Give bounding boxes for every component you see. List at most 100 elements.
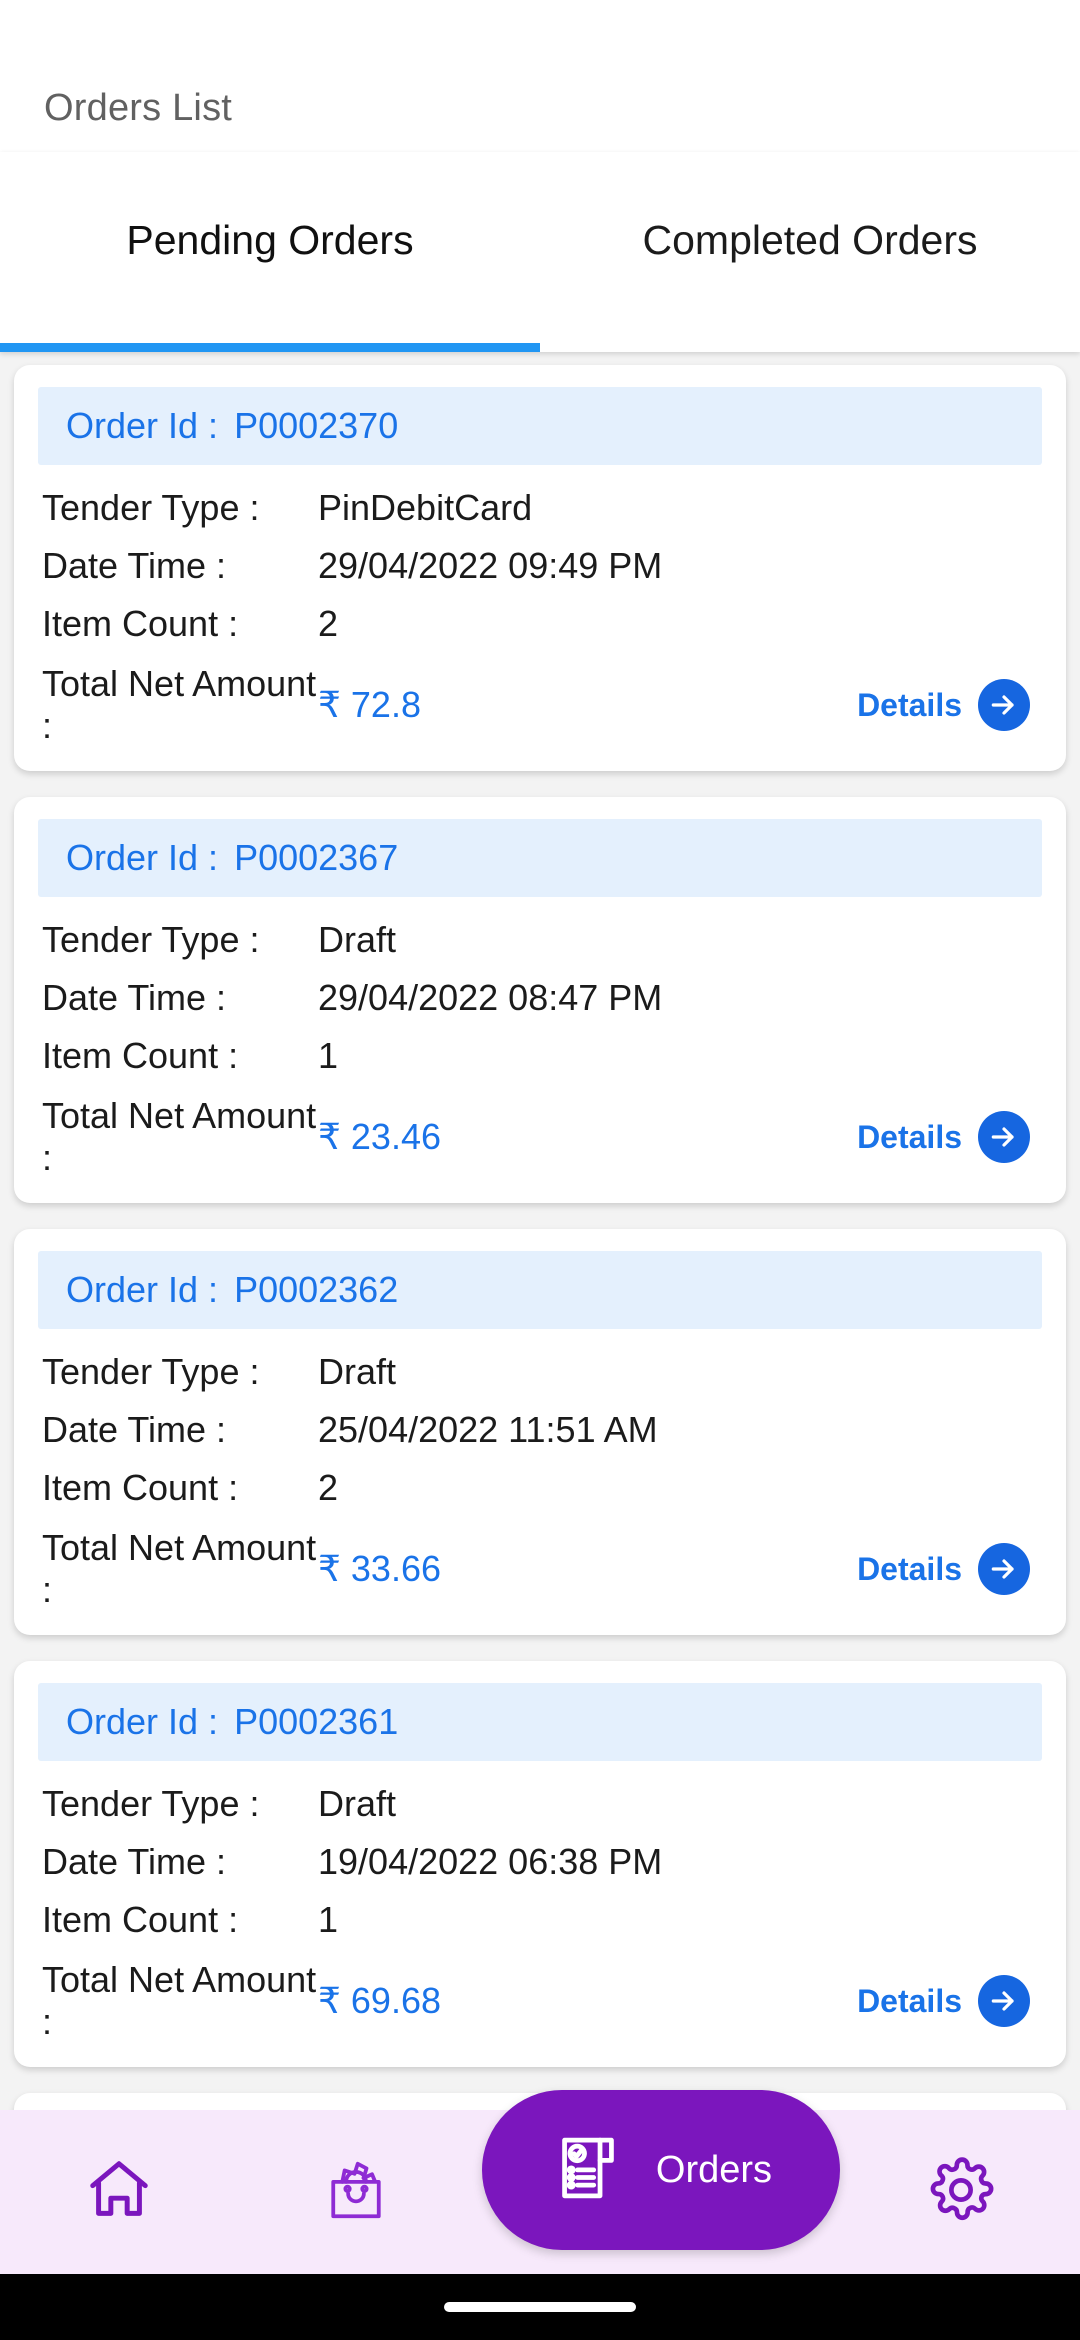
item-count-label: Item Count :	[42, 603, 239, 644]
orders-list[interactable]: Order Id : P0002370 Tender Type : PinDeb…	[0, 352, 1080, 2340]
order-id-label: Order Id :	[66, 837, 219, 878]
total-net-amount-label: Total Net Amount :	[42, 1095, 317, 1178]
shopping-bag-icon	[321, 2155, 391, 2230]
gear-icon	[926, 2155, 996, 2230]
order-card[interactable]: Order Id : P0002362 Tender Type : Draft …	[14, 1229, 1066, 1635]
item-count-label: Item Count :	[42, 1035, 239, 1076]
total-net-amount-value: ₹ 23.46	[318, 1116, 441, 1157]
order-id-value: P0002362	[234, 1269, 399, 1310]
item-count-label: Item Count :	[42, 1899, 239, 1940]
date-time-label: Date Time :	[42, 545, 227, 586]
tab-pending-orders[interactable]: Pending Orders	[0, 152, 540, 352]
date-time-label: Date Time :	[42, 977, 227, 1018]
tender-type-row: Tender Type : Draft	[42, 1775, 1038, 1833]
total-net-amount-row: Total Net Amount : ₹ 69.68 Details	[42, 1959, 1038, 2043]
date-time-row: Date Time : 29/04/2022 08:47 PM	[42, 969, 1038, 1027]
details-button[interactable]: Details	[857, 1111, 1038, 1163]
nav-item-orders[interactable]: Orders	[482, 2090, 840, 2250]
app-screen: Orders List Pending Orders Completed Ord…	[0, 0, 1080, 2340]
order-card-rows: Tender Type : Draft Date Time : 29/04/20…	[14, 897, 1066, 1179]
receipt-icon	[550, 2130, 626, 2211]
tender-type-label: Tender Type :	[42, 1351, 260, 1392]
date-time-value: 25/04/2022 11:51 AM	[318, 1409, 658, 1450]
order-id-label: Order Id :	[66, 1269, 219, 1310]
item-count-row: Item Count : 1	[42, 1027, 1038, 1085]
total-net-amount-row: Total Net Amount : ₹ 23.46 Details	[42, 1095, 1038, 1179]
details-button[interactable]: Details	[857, 1543, 1038, 1595]
page-title: Orders List	[44, 87, 233, 129]
total-net-amount-label: Total Net Amount :	[42, 1527, 317, 1610]
tender-type-value: Draft	[318, 919, 397, 960]
item-count-label: Item Count :	[42, 1467, 239, 1508]
order-card-rows: Tender Type : Draft Date Time : 25/04/20…	[14, 1329, 1066, 1611]
order-card[interactable]: Order Id : P0002370 Tender Type : PinDeb…	[14, 365, 1066, 771]
nav-item-home[interactable]	[0, 2110, 237, 2274]
nav-item-settings[interactable]	[843, 2110, 1080, 2274]
order-card-header: Order Id : P0002370	[38, 387, 1042, 465]
details-button[interactable]: Details	[857, 1975, 1038, 2027]
tender-type-row: Tender Type : PinDebitCard	[42, 479, 1038, 537]
home-icon	[84, 2155, 154, 2230]
order-id-value: P0002367	[234, 837, 399, 878]
item-count-row: Item Count : 2	[42, 1459, 1038, 1517]
date-time-value: 19/04/2022 06:38 PM	[318, 1841, 663, 1882]
item-count-row: Item Count : 1	[42, 1891, 1038, 1949]
tender-type-value: Draft	[318, 1351, 397, 1392]
details-button[interactable]: Details	[857, 679, 1038, 731]
tab-completed-orders-label: Completed Orders	[642, 216, 978, 263]
date-time-row: Date Time : 25/04/2022 11:51 AM	[42, 1401, 1038, 1459]
tender-type-label: Tender Type :	[42, 919, 260, 960]
order-card-rows: Tender Type : PinDebitCard Date Time : 2…	[14, 465, 1066, 747]
tab-active-indicator	[0, 343, 540, 352]
total-net-amount-label: Total Net Amount :	[42, 663, 317, 746]
order-card-header: Order Id : P0002362	[38, 1251, 1042, 1329]
date-time-label: Date Time :	[42, 1409, 227, 1450]
total-net-amount-label: Total Net Amount :	[42, 1959, 317, 2042]
tender-type-row: Tender Type : Draft	[42, 911, 1038, 969]
arrow-right-icon	[978, 679, 1030, 731]
bottom-navigation-bar: Orders	[0, 2090, 1080, 2274]
details-button-label: Details	[857, 1982, 962, 2019]
date-time-label: Date Time :	[42, 1841, 227, 1882]
total-net-amount-row: Total Net Amount : ₹ 72.8 Details	[42, 663, 1038, 747]
total-net-amount-value: ₹ 72.8	[318, 684, 421, 725]
tab-completed-orders[interactable]: Completed Orders	[540, 152, 1080, 352]
home-indicator[interactable]	[444, 2302, 636, 2312]
system-gesture-bar	[0, 2274, 1080, 2340]
total-net-amount-value: ₹ 33.66	[318, 1548, 441, 1589]
item-count-value: 2	[318, 1467, 339, 1508]
total-net-amount-value: ₹ 69.68	[318, 1980, 441, 2021]
item-count-row: Item Count : 2	[42, 595, 1038, 653]
item-count-value: 2	[318, 603, 339, 644]
date-time-row: Date Time : 29/04/2022 09:49 PM	[42, 537, 1038, 595]
tab-pending-orders-label: Pending Orders	[126, 216, 414, 263]
app-bar: Orders List	[0, 0, 1080, 152]
item-count-value: 1	[318, 1899, 339, 1940]
order-card-header: Order Id : P0002361	[38, 1683, 1042, 1761]
date-time-value: 29/04/2022 09:49 PM	[318, 545, 663, 586]
tender-type-label: Tender Type :	[42, 1783, 260, 1824]
order-id-label: Order Id :	[66, 405, 219, 446]
total-net-amount-row: Total Net Amount : ₹ 33.66 Details	[42, 1527, 1038, 1611]
order-card-header: Order Id : P0002367	[38, 819, 1042, 897]
item-count-value: 1	[318, 1035, 339, 1076]
arrow-right-icon	[978, 1543, 1030, 1595]
order-id-value: P0002370	[234, 405, 399, 446]
date-time-row: Date Time : 19/04/2022 06:38 PM	[42, 1833, 1038, 1891]
tender-type-label: Tender Type :	[42, 487, 260, 528]
order-id-label: Order Id :	[66, 1701, 219, 1742]
order-id-value: P0002361	[234, 1701, 399, 1742]
arrow-right-icon	[978, 1111, 1030, 1163]
date-time-value: 29/04/2022 08:47 PM	[318, 977, 663, 1018]
order-card-rows: Tender Type : Draft Date Time : 19/04/20…	[14, 1761, 1066, 2043]
details-button-label: Details	[857, 1550, 962, 1587]
nav-item-orders-label: Orders	[655, 2148, 773, 2191]
tab-bar: Pending Orders Completed Orders	[0, 152, 1080, 352]
tender-type-row: Tender Type : Draft	[42, 1343, 1038, 1401]
nav-item-shopping-bag[interactable]	[237, 2110, 474, 2274]
details-button-label: Details	[857, 1118, 962, 1155]
arrow-right-icon	[978, 1975, 1030, 2027]
order-card[interactable]: Order Id : P0002361 Tender Type : Draft …	[14, 1661, 1066, 2067]
order-card[interactable]: Order Id : P0002367 Tender Type : Draft …	[14, 797, 1066, 1203]
details-button-label: Details	[857, 686, 962, 723]
